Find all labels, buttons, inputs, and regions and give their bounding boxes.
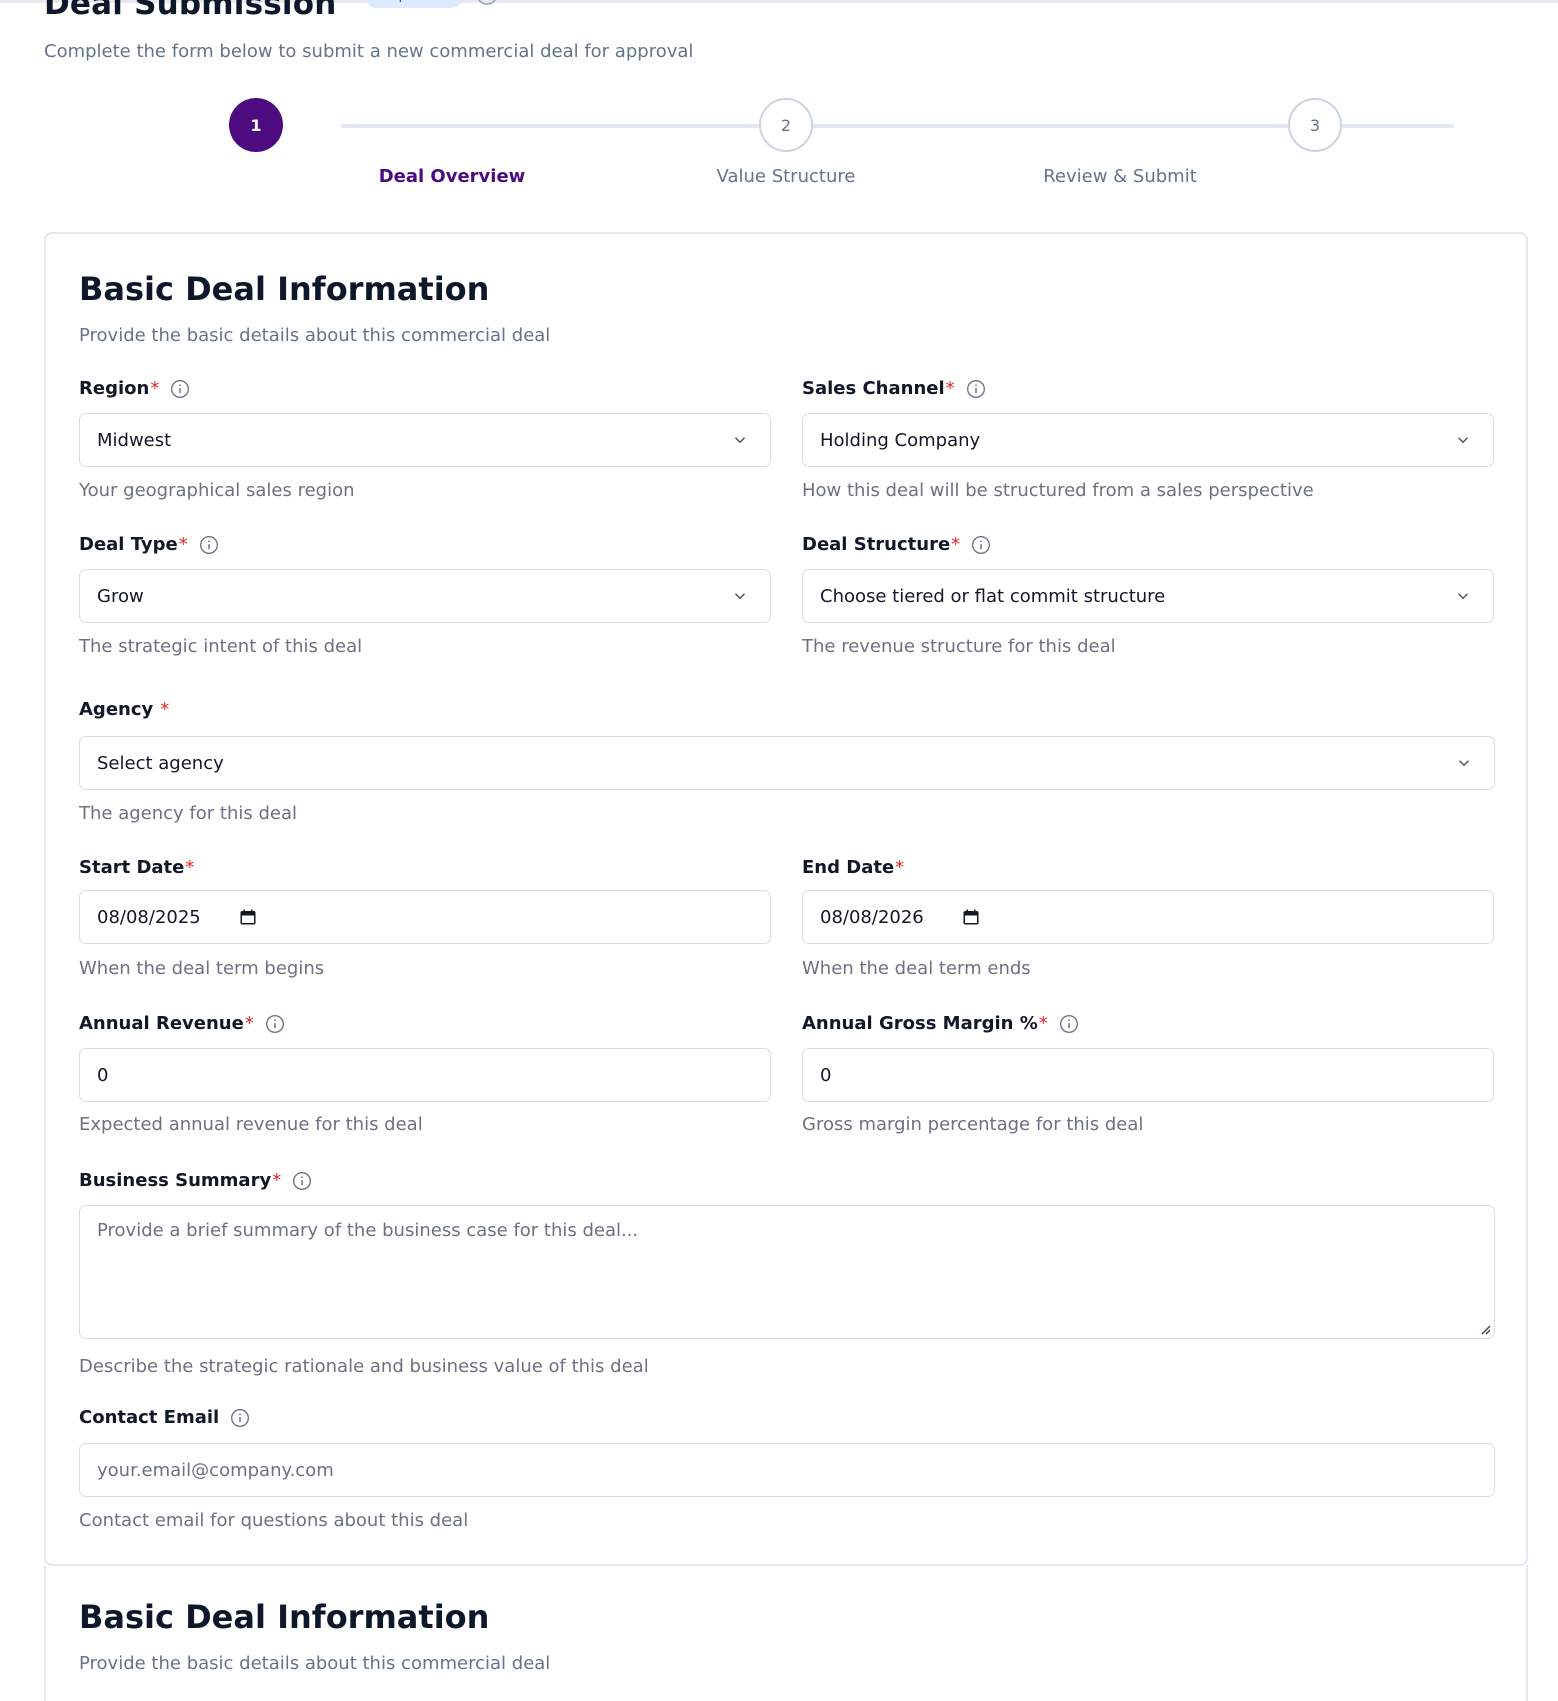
required-marker: * [951, 534, 961, 555]
deal-type-select[interactable]: Grow [79, 569, 771, 623]
start-date-value: 08/08/2025 [97, 906, 201, 928]
step-3-label[interactable]: Review & Submit [990, 166, 1250, 187]
end-date-value: 08/08/2026 [820, 906, 924, 928]
chevron-down-icon [1457, 593, 1469, 600]
region-select[interactable]: Midwest [79, 413, 771, 467]
end-date-label: End Date * [802, 857, 905, 878]
required-marker: * [1038, 1013, 1048, 1034]
start-date-help: When the deal term begins [79, 958, 325, 979]
step-3-circle[interactable]: 3 [1288, 98, 1342, 152]
basic-info-card: Basic Deal Information Provide the basic… [44, 232, 1528, 1566]
required-marker: * [272, 1170, 282, 1191]
business-summary-textarea[interactable]: Provide a brief summary of the business … [79, 1205, 1495, 1339]
gross-margin-label: Annual Gross Margin % * [802, 1013, 1079, 1034]
info-icon[interactable] [971, 535, 991, 555]
sales-channel-help: How this deal will be structured from a … [802, 480, 1314, 501]
step-2-circle[interactable]: 2 [759, 98, 813, 152]
contact-email-label: Contact Email [79, 1407, 250, 1428]
calendar-icon[interactable] [962, 908, 980, 926]
section-title: Basic Deal Information [79, 1598, 490, 1636]
agency-value: Select agency [97, 752, 224, 774]
start-date-input[interactable]: 08/08/2025 [79, 890, 771, 944]
contact-email-placeholder: your.email@company.com [97, 1459, 334, 1481]
deal-type-label: Deal Type * [79, 534, 219, 555]
required-marker: * [150, 378, 160, 399]
region-value: Midwest [97, 429, 172, 451]
required-marker: * [185, 857, 195, 878]
contact-email-input[interactable]: your.email@company.com [79, 1443, 1495, 1497]
page-subtitle: Complete the form below to submit a new … [44, 41, 694, 62]
annual-revenue-label: Annual Revenue * [79, 1013, 285, 1034]
deal-structure-select[interactable]: Choose tiered or flat commit structure [802, 569, 1494, 623]
agency-select[interactable]: Select agency [79, 736, 1495, 790]
page-title: Deal Submission [44, 0, 337, 22]
sales-channel-select[interactable]: Holding Company [802, 413, 1494, 467]
info-icon[interactable] [1059, 1014, 1079, 1034]
annual-revenue-value: 0 [97, 1064, 109, 1086]
section-subtitle: Provide the basic details about this com… [79, 325, 551, 346]
page-header: Deal Submission Step 2 of 2 [44, 0, 499, 24]
annual-revenue-input[interactable]: 0 [79, 1048, 771, 1102]
step-1-circle[interactable]: 1 [229, 98, 283, 152]
basic-info-card-2: Basic Deal Information Provide the basic… [44, 1565, 1528, 1701]
end-date-help: When the deal term ends [802, 958, 1031, 979]
required-marker: * [244, 1013, 254, 1034]
business-summary-label: Business Summary * [79, 1170, 312, 1191]
deal-structure-label: Deal Structure * [802, 534, 991, 555]
annual-revenue-help: Expected annual revenue for this deal [79, 1114, 423, 1135]
deal-type-help: The strategic intent of this deal [79, 636, 363, 657]
section-title: Basic Deal Information [79, 270, 490, 308]
required-marker: * [895, 857, 905, 878]
step-badge: Step 2 of 2 [364, 0, 464, 8]
deal-type-value: Grow [97, 585, 144, 607]
info-icon[interactable] [170, 379, 190, 399]
chevron-down-icon [1457, 437, 1469, 444]
step-1-label[interactable]: Deal Overview [322, 166, 582, 187]
deal-structure-help: The revenue structure for this deal [802, 636, 1116, 657]
required-marker: * [160, 699, 170, 720]
gross-margin-value: 0 [820, 1064, 832, 1086]
region-label: Region * [79, 378, 190, 399]
required-marker: * [945, 378, 955, 399]
end-date-input[interactable]: 08/08/2026 [802, 890, 1494, 944]
sales-channel-value: Holding Company [820, 429, 981, 451]
info-icon[interactable] [199, 535, 219, 555]
agency-label: Agency * [79, 699, 170, 720]
required-marker: * [178, 534, 188, 555]
info-icon[interactable] [265, 1014, 285, 1034]
contact-email-help: Contact email for questions about this d… [79, 1510, 469, 1531]
gross-margin-help: Gross margin percentage for this deal [802, 1114, 1144, 1135]
chevron-down-icon [734, 437, 746, 444]
sales-channel-label: Sales Channel * [802, 378, 986, 399]
section-subtitle: Provide the basic details about this com… [79, 1653, 551, 1674]
info-icon[interactable] [966, 379, 986, 399]
chevron-down-icon [734, 593, 746, 600]
region-help: Your geographical sales region [79, 480, 355, 501]
deal-structure-value: Choose tiered or flat commit structure [820, 585, 1166, 607]
agency-help: The agency for this deal [79, 803, 297, 824]
step-2-label[interactable]: Value Structure [656, 166, 916, 187]
chevron-down-icon [1458, 760, 1470, 767]
business-summary-help: Describe the strategic rationale and bus… [79, 1356, 649, 1377]
info-icon[interactable] [292, 1171, 312, 1191]
info-icon[interactable] [230, 1408, 250, 1428]
business-summary-placeholder: Provide a brief summary of the business … [97, 1220, 639, 1241]
gross-margin-input[interactable]: 0 [802, 1048, 1494, 1102]
start-date-label: Start Date * [79, 857, 195, 878]
info-icon[interactable] [475, 0, 499, 10]
calendar-icon[interactable] [239, 908, 257, 926]
resize-handle-icon[interactable] [1479, 1323, 1491, 1335]
